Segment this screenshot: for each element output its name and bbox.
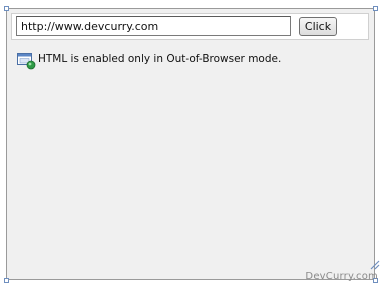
watermark-text: DevCurry.com <box>305 271 378 282</box>
message-text: HTML is enabled only in Out-of-Browser m… <box>38 53 282 65</box>
url-input[interactable] <box>16 16 291 36</box>
browser-window-icon <box>17 52 36 70</box>
screenshot-page: Click HTML is enabled only in Out-of-Bro… <box>0 0 382 287</box>
click-button[interactable]: Click <box>299 17 337 36</box>
resize-grip-icon[interactable] <box>370 260 380 270</box>
resize-handle-top-left[interactable] <box>4 6 9 11</box>
resize-handle-bottom-left[interactable] <box>4 278 9 283</box>
resize-handle-top-right[interactable] <box>373 6 378 11</box>
silverlight-panel <box>6 8 375 280</box>
info-message: HTML is enabled only in Out-of-Browser m… <box>17 52 281 72</box>
